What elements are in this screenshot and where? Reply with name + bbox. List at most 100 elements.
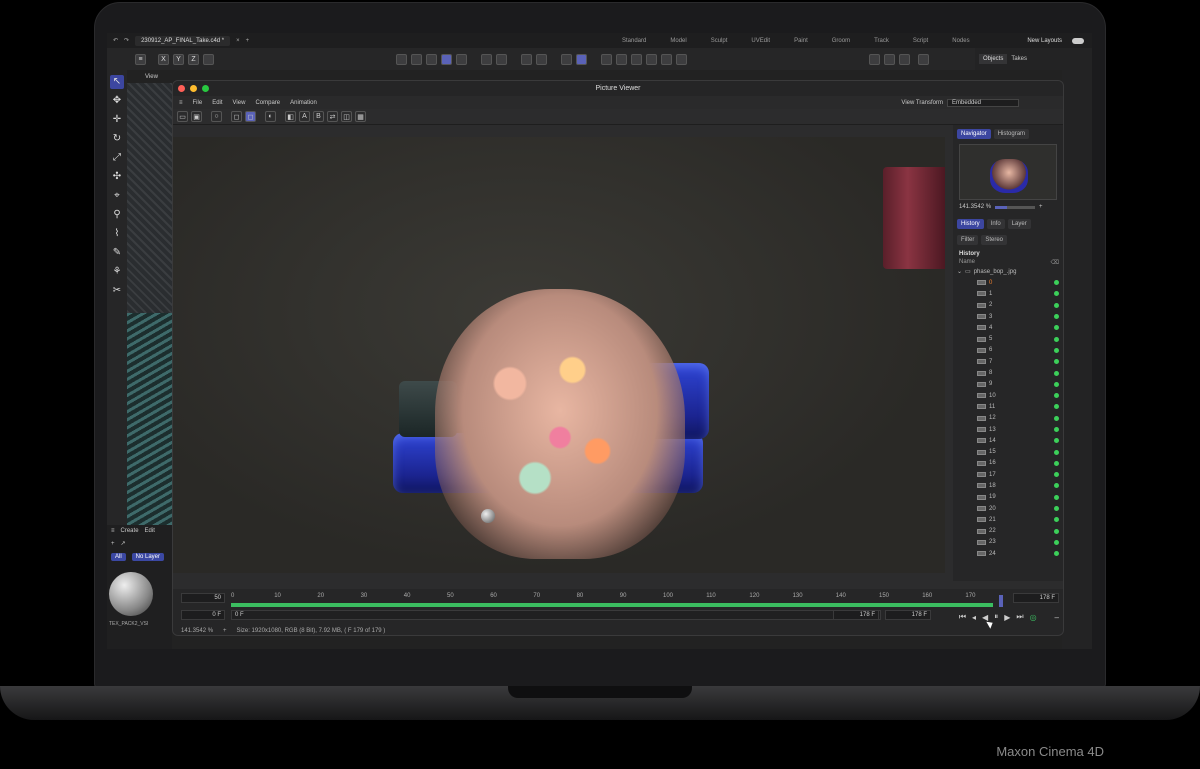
history-frame-row[interactable]: 10 [959,390,1059,401]
compare-icon[interactable]: ◧ [285,111,296,122]
timeline-ruler[interactable]: 0 10 20 30 40 50 60 70 80 90 100 110 120 130 140 150 160… [231,593,1001,603]
go-start-icon[interactable]: ⏮ [959,612,966,622]
history-frame-row[interactable]: 3 [959,311,1059,322]
view-transform-select[interactable]: Embedded [947,98,1019,107]
collapse-icon[interactable]: – [1055,613,1059,622]
pv-menu-file[interactable]: File [193,100,203,106]
minimize-window-button[interactable] [190,85,197,92]
navigator-thumbnail[interactable] [959,144,1057,200]
history-frame-row[interactable]: 7 [959,356,1059,367]
timeline-playhead[interactable] [999,595,1003,607]
tab-takes[interactable]: Takes [1011,56,1027,62]
undo-icon[interactable]: ↶ [113,37,118,44]
tab-layer[interactable]: Layer [1007,219,1031,229]
status-zoom[interactable]: 141.3542 % [181,628,213,634]
history-frame-row[interactable]: 14 [959,435,1059,446]
history-frame-row[interactable]: 21 [959,514,1059,525]
region-active-icon[interactable]: ◻ [245,111,256,122]
render-view-icon[interactable] [411,53,422,65]
knife-tool-icon[interactable]: ⚲ [110,208,124,222]
layout-toggle[interactable] [1072,37,1084,44]
compare-b-button[interactable]: B [313,111,324,122]
snap-active-icon[interactable] [576,53,587,65]
history-frame-row[interactable]: 17 [959,469,1059,480]
tab-filter[interactable]: Filter [957,235,979,245]
layout-standard[interactable]: Standard [622,38,646,44]
transform-tool-icon[interactable]: ✣ [110,170,124,184]
history-frame-row[interactable]: 16 [959,458,1059,469]
pv-menu-edit[interactable]: Edit [212,100,222,106]
tab-histogram[interactable]: Histogram [993,129,1030,139]
pv-menu-compare[interactable]: Compare [255,100,280,106]
axis-y-button[interactable]: Y [173,53,184,65]
stop-icon[interactable]: ○ [211,111,222,122]
layout-model[interactable]: Model [670,38,686,44]
history-frame-row[interactable]: 23 [959,537,1059,548]
navigator-zoom[interactable]: 141.3542 % [959,204,991,210]
history-name-column[interactable]: Name [959,259,975,266]
chevron-down-icon[interactable]: ⌄ [957,268,962,275]
snap-grid-icon[interactable] [561,53,572,65]
redo-icon[interactable]: ↷ [124,37,129,44]
circle-icon[interactable] [601,53,612,65]
pv-menu-view[interactable]: View [233,100,246,106]
add-tab-icon[interactable]: + [246,38,250,44]
tab-info[interactable]: Info [986,219,1005,229]
axis-tool-icon[interactable]: ⌖ [110,189,124,203]
render-queue-icon[interactable] [899,53,910,65]
viewport-menu-view[interactable]: View [145,74,158,80]
select-tool-icon[interactable]: ↖ [110,75,124,89]
move-icon[interactable] [646,53,657,65]
open-folder-icon[interactable]: ▭ [177,111,188,122]
timeline-end-field-left[interactable]: 178 F [833,610,879,620]
filter-all[interactable]: All [111,553,126,561]
bridge-tool-icon[interactable]: ⌇ [110,227,124,241]
history-frame-row[interactable]: 5 [959,333,1059,344]
settings-icon[interactable] [456,53,467,65]
overlay-icon[interactable]: ▦ [355,111,366,122]
move-tool-icon[interactable]: ✛ [110,113,124,127]
history-frame-row[interactable]: 2 [959,300,1059,311]
history-frame-row[interactable]: 15 [959,446,1059,457]
coordinate-icon[interactable] [203,53,214,65]
layout-groom[interactable]: Groom [832,38,850,44]
tab-stereo[interactable]: Stereo [981,235,1008,245]
history-frame-row[interactable]: 8 [959,367,1059,378]
layout-sculpt[interactable]: Sculpt [711,38,728,44]
arrow-icon[interactable]: ↗ [121,540,126,547]
history-frame-row[interactable]: 24 [959,548,1059,559]
zoom-window-button[interactable] [202,85,209,92]
axis-x-button[interactable]: X [158,53,169,65]
add-material-icon[interactable]: + [111,541,115,547]
material-preview[interactable] [109,572,153,616]
contrast-icon[interactable]: ◐ [265,111,276,122]
history-frame-row[interactable]: 4 [959,322,1059,333]
prev-frame-icon[interactable]: ◂ [972,613,976,622]
swap-icon[interactable]: ⇄ [327,111,338,122]
lock-icon[interactable] [536,53,547,65]
paint-icon[interactable] [631,53,642,65]
compare-a-button[interactable]: A [299,111,310,122]
grid-icon[interactable] [496,53,507,65]
menu-icon[interactable]: ≡ [135,53,146,65]
save-icon[interactable]: ▣ [191,111,202,122]
history-frame-row[interactable]: 0 [959,277,1059,288]
material-menu-edit[interactable]: Edit [145,528,155,534]
render-image[interactable] [173,137,945,573]
sculpt-tool-icon[interactable]: ✂ [110,284,124,298]
status-plus-icon[interactable]: + [223,628,227,634]
layout-script[interactable]: Script [913,38,928,44]
a-icon[interactable] [676,53,687,65]
history-frame-row[interactable]: 12 [959,413,1059,424]
scale-tool-icon[interactable]: ⤢ [110,151,124,165]
rs-render-icon[interactable] [918,53,929,65]
history-frame-row[interactable]: 11 [959,401,1059,412]
target-icon[interactable] [616,53,627,65]
shield-icon[interactable] [661,53,672,65]
history-frame-row[interactable]: 20 [959,503,1059,514]
cube-icon[interactable] [441,53,452,65]
history-frame-row[interactable]: 9 [959,379,1059,390]
rotate-tool-icon[interactable]: ↻ [110,132,124,146]
paint-tool-icon[interactable]: ⚘ [110,265,124,279]
pv-menu-animation[interactable]: Animation [290,100,317,106]
